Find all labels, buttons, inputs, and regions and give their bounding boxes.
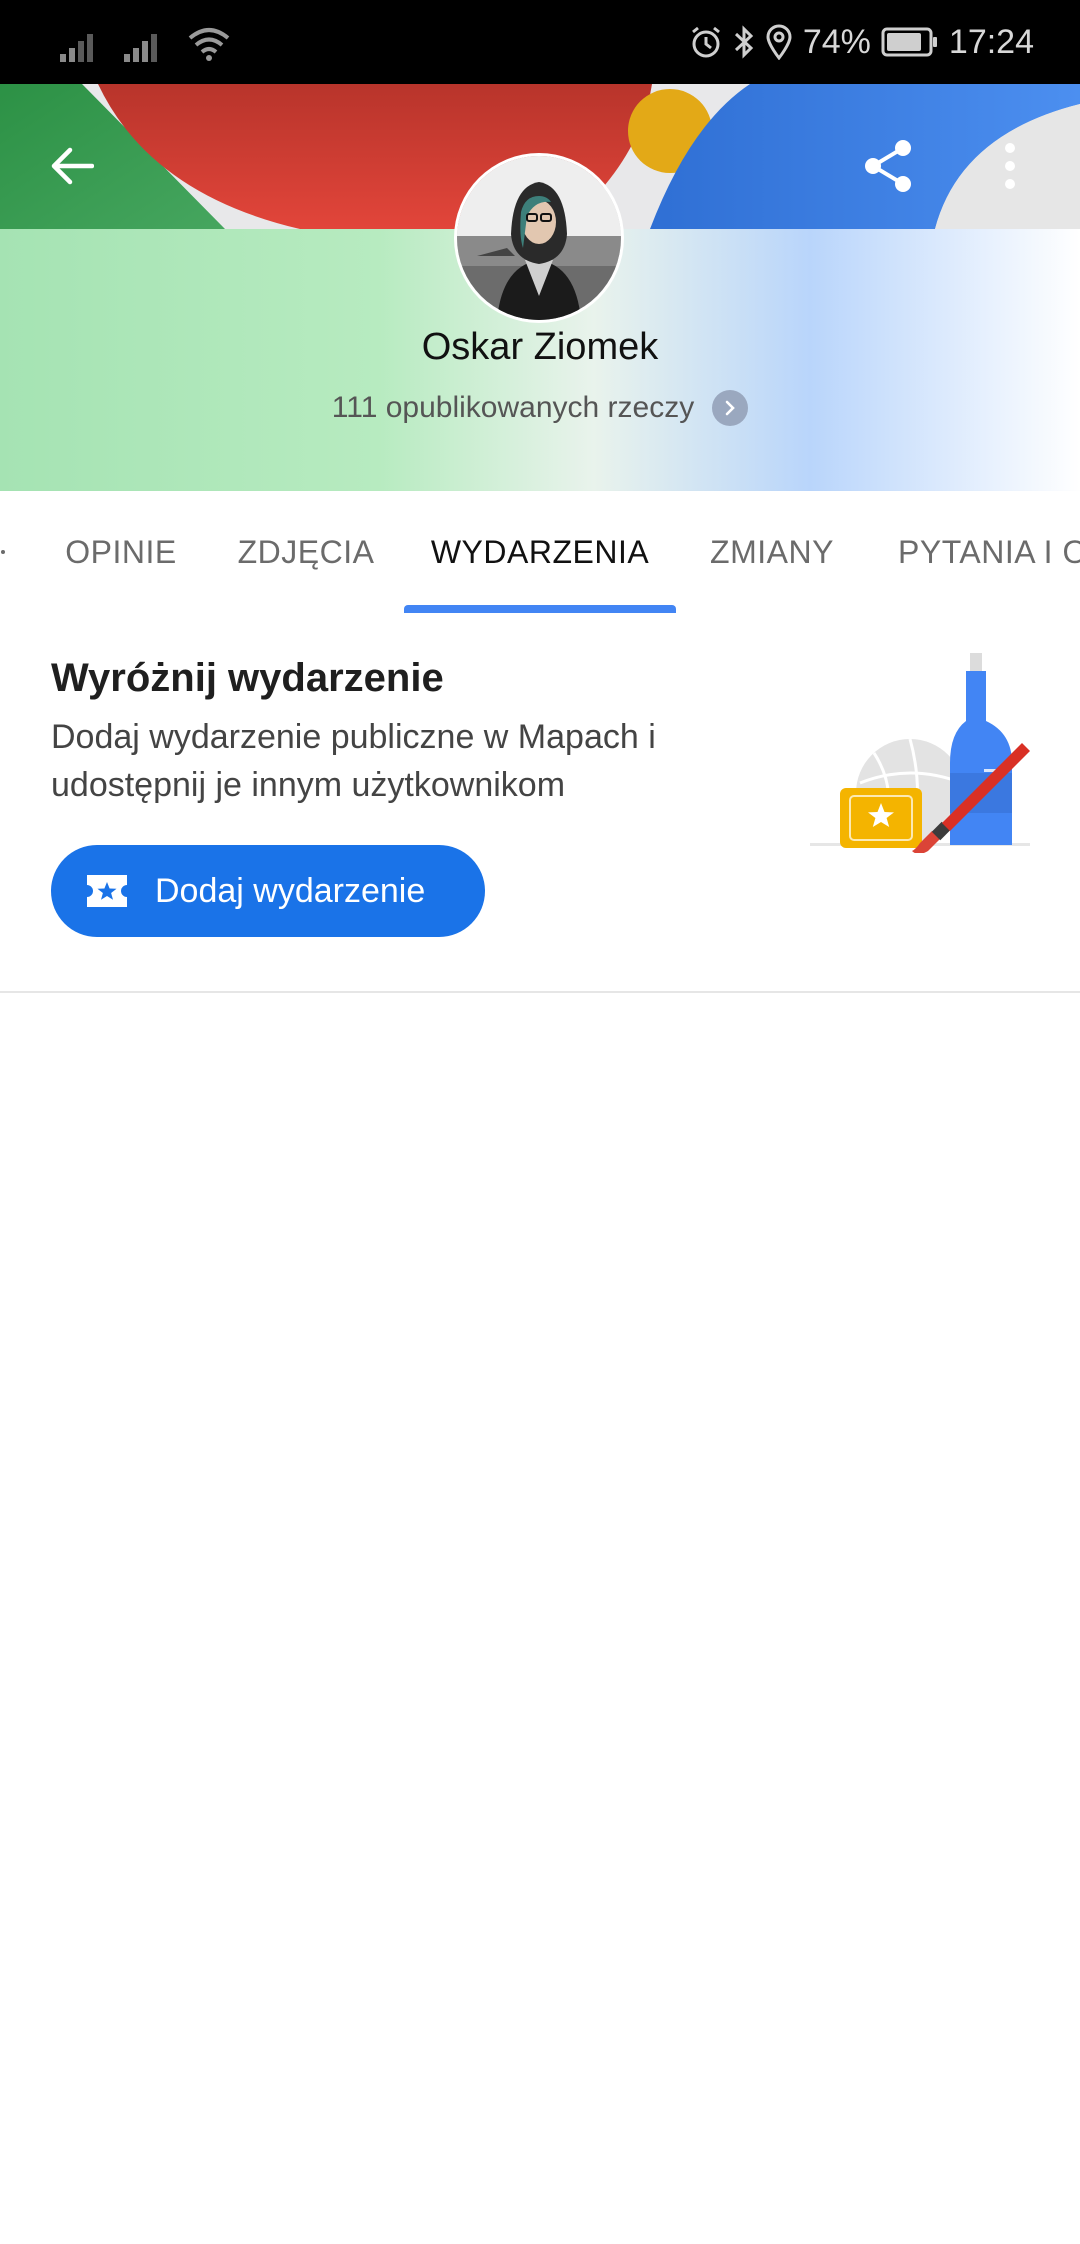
- ticket-star-icon: [87, 875, 127, 907]
- promo-description: Dodaj wydarzenie publiczne w Mapach i ud…: [51, 718, 656, 804]
- battery-percent: 74%: [802, 22, 871, 61]
- alarm-icon: [691, 26, 720, 58]
- add-event-label: Dodaj wydarzenie: [155, 871, 426, 910]
- profile-header: Oskar Ziomek 111 opublikowanych rzeczy: [0, 84, 1080, 491]
- tab-zmiany[interactable]: ZMIANY: [696, 491, 848, 613]
- status-right: 74% 17:24: [689, 18, 1034, 66]
- profile-name: Oskar Ziomek: [421, 326, 659, 368]
- share-icon: [865, 140, 911, 192]
- tab-zdjecia[interactable]: ZDJĘCIA: [226, 491, 386, 613]
- more-options-button[interactable]: [970, 126, 1050, 206]
- more-vert-icon: [1005, 143, 1015, 189]
- tab-opinie[interactable]: OPINIE: [50, 491, 192, 613]
- avatar[interactable]: [457, 156, 621, 320]
- signal-indicators: [60, 22, 230, 62]
- tab-pytania[interactable]: PYTANIA I ODPOWIEDZI: [898, 491, 1080, 613]
- promo-title: Wyróżnij wydarzenie: [51, 656, 444, 700]
- add-event-button[interactable]: Dodaj wydarzenie: [51, 845, 485, 937]
- chevron-right-icon: [712, 390, 749, 426]
- wifi-icon: [188, 28, 230, 61]
- clock: 17:24: [948, 22, 1034, 61]
- tab-bar: OPINIE ZDJĘCIA WYDARZENIA ZMIANY PYTANIA…: [0, 491, 1080, 614]
- cell-signal-2-icon: [124, 34, 157, 62]
- share-button[interactable]: [848, 126, 928, 206]
- status-bar: 74% 17:24: [0, 0, 1080, 84]
- tab-prev-edge[interactable]: [0, 491, 6, 613]
- location-icon: [766, 24, 792, 60]
- battery-icon: [881, 27, 937, 57]
- avatar-photo: [457, 156, 621, 320]
- bluetooth-icon: [734, 25, 754, 59]
- cell-signal-icon: [60, 34, 93, 62]
- event-illustration: [810, 653, 1030, 853]
- published-count: 111 opublikowanych rzeczy: [331, 391, 695, 424]
- published-count-link[interactable]: 111 opublikowanych rzeczy: [0, 390, 1080, 426]
- tab-wydarzenia[interactable]: WYDARZENIA: [404, 491, 676, 613]
- arrow-back-icon: [51, 147, 94, 185]
- back-button[interactable]: [32, 126, 112, 206]
- highlight-event-card: Wyróżnij wydarzenie Dodaj wydarzenie pub…: [0, 613, 1080, 993]
